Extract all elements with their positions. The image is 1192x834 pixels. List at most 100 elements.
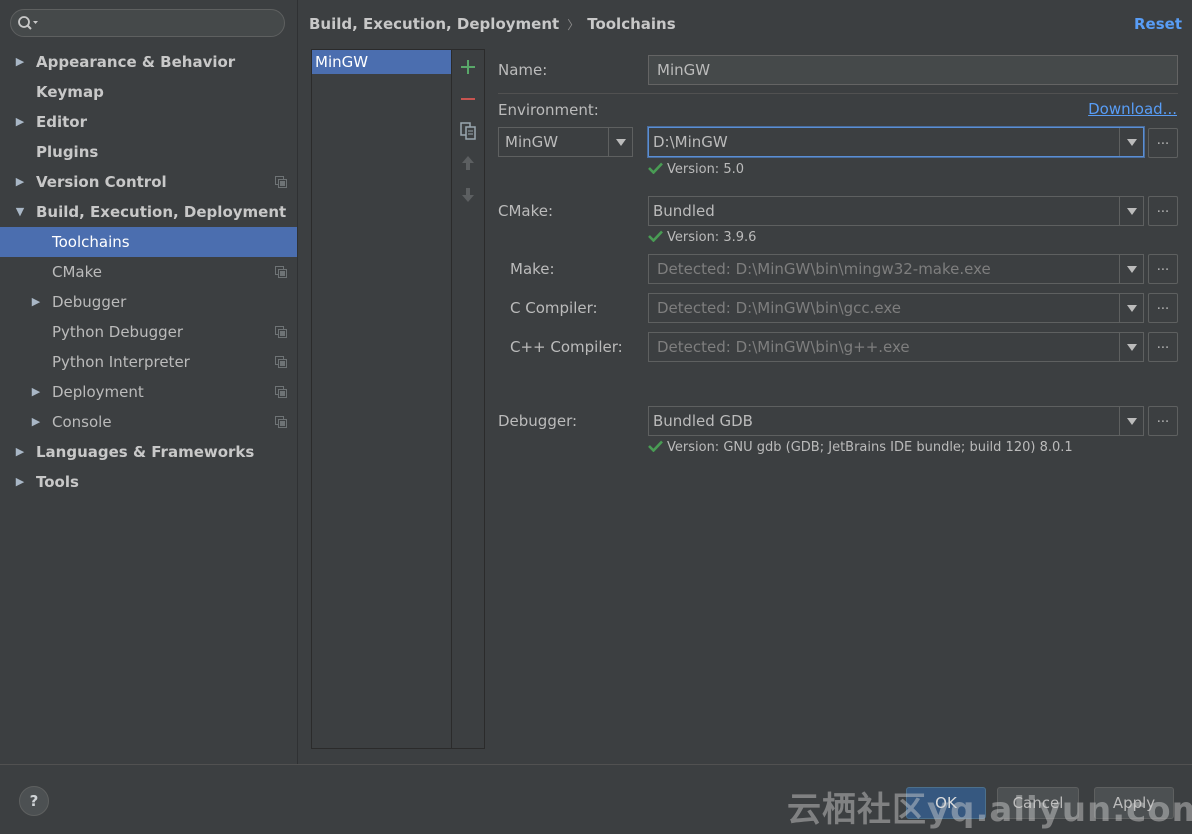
make-select[interactable]: Detected: D:\MinGW\bin\mingw32-make.exe (648, 254, 1144, 284)
tree-item-debugger[interactable]: ▶ Debugger (0, 287, 297, 317)
chevron-down-icon[interactable] (1119, 333, 1143, 361)
tree-item-label: Python Debugger (52, 323, 184, 341)
cpp-compiler-value: Detected: D:\MinGW\bin\g++.exe (657, 338, 910, 356)
debugger-version: Version: GNU gdb (GDB; JetBrains IDE bun… (648, 440, 1073, 456)
settings-tree: ▶ Appearance & Behavior Keymap ▶ Editor Plugi… (0, 47, 297, 497)
expand-right-icon[interactable]: ▶ (14, 107, 26, 137)
expand-right-icon[interactable]: ▶ (14, 437, 26, 467)
tree-item-version-control[interactable]: ▶ Version Control (0, 167, 297, 197)
tree-item-appearance-behavior[interactable]: ▶ Appearance & Behavior (0, 47, 297, 77)
browse-environment-button[interactable]: ... (1148, 128, 1178, 158)
name-label: Name: (498, 61, 548, 79)
project-settings-icon (275, 386, 287, 398)
remove-icon[interactable] (459, 90, 477, 108)
tree-item-plugins[interactable]: Plugins (0, 137, 297, 167)
tree-item-tools[interactable]: ▶ Tools (0, 467, 297, 497)
search-input[interactable] (41, 13, 277, 33)
tree-item-keymap[interactable]: Keymap (0, 77, 297, 107)
expand-right-icon[interactable]: ▶ (14, 47, 26, 77)
c-compiler-select[interactable]: Detected: D:\MinGW\bin\gcc.exe (648, 293, 1144, 323)
expand-right-icon[interactable]: ▶ (14, 167, 26, 197)
environment-type-select[interactable]: MinGW (498, 127, 633, 157)
tree-item-label: Build, Execution, Deployment (36, 203, 287, 221)
tree-item-console[interactable]: ▶ Console (0, 407, 297, 437)
expand-down-icon[interactable]: ▼ (14, 197, 26, 227)
environment-version: Version: 5.0 (648, 162, 744, 178)
search-icon (18, 16, 38, 30)
cmake-value: Bundled (653, 202, 715, 220)
section-divider (498, 93, 1178, 94)
name-field[interactable]: MinGW (648, 55, 1178, 85)
breadcrumb-separator: 〉 (567, 18, 580, 32)
toolchain-list[interactable]: MinGW (311, 49, 452, 749)
tree-item-deployment[interactable]: ▶ Deployment (0, 377, 297, 407)
tree-item-cmake[interactable]: CMake (0, 257, 297, 287)
debugger-version-text: Version: GNU gdb (GDB; JetBrains IDE bun… (667, 440, 1073, 455)
settings-search[interactable] (10, 9, 285, 37)
apply-button[interactable]: Apply (1094, 787, 1174, 819)
expand-right-icon[interactable]: ▶ (14, 467, 26, 497)
tree-item-label: Tools (36, 473, 79, 491)
expand-right-icon[interactable]: ▶ (30, 287, 42, 317)
expand-right-icon[interactable]: ▶ (30, 377, 42, 407)
tree-item-build-execution-deployment[interactable]: ▼ Build, Execution, Deployment (0, 197, 297, 227)
check-icon (648, 440, 663, 452)
project-settings-icon (275, 326, 287, 338)
help-button[interactable]: ? (19, 786, 49, 816)
tree-item-python-debugger[interactable]: Python Debugger (0, 317, 297, 347)
browse-cmake-button[interactable]: ... (1148, 196, 1178, 226)
tree-item-languages-frameworks[interactable]: ▶ Languages & Frameworks (0, 437, 297, 467)
project-settings-icon (275, 356, 287, 368)
tree-item-label: Python Interpreter (52, 353, 190, 371)
tree-item-editor[interactable]: ▶ Editor (0, 107, 297, 137)
move-up-icon[interactable] (459, 154, 477, 172)
tree-item-label: Keymap (36, 83, 104, 101)
ok-button[interactable]: OK (906, 787, 986, 819)
reset-link[interactable]: Reset (1134, 13, 1182, 35)
tree-item-label: Editor (36, 113, 87, 131)
footer-divider (0, 764, 1192, 765)
browse-cpp-compiler-button[interactable]: ... (1148, 332, 1178, 362)
make-label: Make: (510, 260, 555, 278)
c-compiler-value: Detected: D:\MinGW\bin\gcc.exe (657, 299, 902, 317)
tree-item-label: CMake (52, 263, 102, 281)
add-icon[interactable] (459, 58, 477, 76)
cmake-label: CMake: (498, 202, 554, 220)
cmake-version: Version: 3.9.6 (648, 230, 756, 246)
breadcrumb-parent[interactable]: Build, Execution, Deployment (309, 15, 559, 33)
debugger-label: Debugger: (498, 412, 578, 430)
cpp-compiler-label: C++ Compiler: (510, 338, 623, 356)
environment-label: Environment: (498, 101, 599, 119)
cpp-compiler-select[interactable]: Detected: D:\MinGW\bin\g++.exe (648, 332, 1144, 362)
chevron-down-icon[interactable] (608, 128, 632, 156)
download-link[interactable]: Download... (1088, 99, 1177, 119)
chevron-down-icon[interactable] (1119, 128, 1143, 156)
cancel-button[interactable]: Cancel (997, 787, 1079, 819)
environment-path-combo[interactable]: D:\MinGW (648, 127, 1144, 157)
tree-item-label: Languages & Frameworks (36, 443, 255, 461)
move-down-icon[interactable] (459, 186, 477, 204)
chevron-down-icon[interactable] (1119, 407, 1143, 435)
chevron-down-icon[interactable] (1119, 294, 1143, 322)
tree-item-label: Toolchains (52, 233, 130, 251)
tree-item-label: Appearance & Behavior (36, 53, 236, 71)
browse-debugger-button[interactable]: ... (1148, 406, 1178, 436)
toolchain-item[interactable]: MinGW (312, 50, 451, 74)
copy-icon[interactable] (459, 122, 477, 140)
tree-item-python-interpreter[interactable]: Python Interpreter (0, 347, 297, 377)
tree-item-label: Version Control (36, 173, 167, 191)
cmake-select[interactable]: Bundled (648, 196, 1144, 226)
tree-item-toolchains[interactable]: Toolchains (0, 227, 297, 257)
project-settings-icon (275, 176, 287, 188)
browse-make-button[interactable]: ... (1148, 254, 1178, 284)
debugger-select[interactable]: Bundled GDB (648, 406, 1144, 436)
check-icon (648, 162, 663, 174)
browse-c-compiler-button[interactable]: ... (1148, 293, 1178, 323)
debugger-value: Bundled GDB (653, 412, 753, 430)
chevron-down-icon[interactable] (1119, 197, 1143, 225)
expand-right-icon[interactable]: ▶ (30, 407, 42, 437)
chevron-down-icon[interactable] (1119, 255, 1143, 283)
check-icon (648, 230, 663, 242)
environment-path-value: D:\MinGW (653, 133, 728, 151)
environment-version-text: Version: 5.0 (667, 162, 744, 177)
